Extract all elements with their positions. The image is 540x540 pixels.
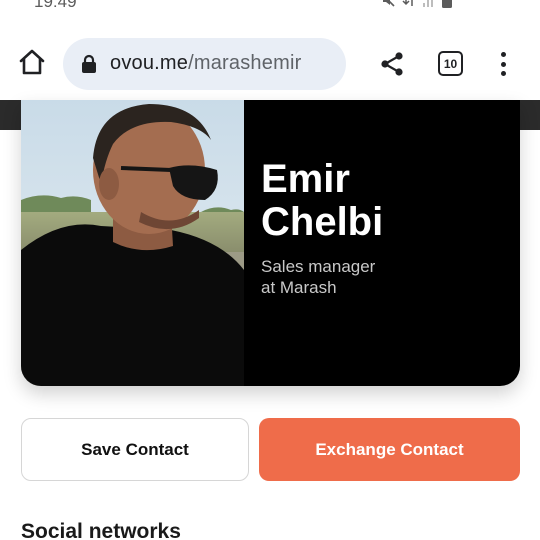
- company-line: at Marash: [261, 278, 337, 297]
- more-menu-button[interactable]: [496, 50, 510, 78]
- profile-last-name: Chelbi: [261, 200, 384, 244]
- profile-photo: [21, 100, 244, 386]
- status-time: 19:49: [34, 0, 77, 11]
- social-networks-heading: Social networks: [21, 520, 181, 540]
- signal-icon: [422, 0, 436, 12]
- data-transfer-icon: [402, 0, 416, 13]
- tab-switcher-button[interactable]: 10: [438, 51, 463, 76]
- status-icons: [380, 0, 452, 13]
- share-button[interactable]: [378, 50, 406, 78]
- profile-name: Emir Chelbi: [261, 158, 383, 244]
- job-title-line: Sales manager: [261, 257, 376, 276]
- exchange-contact-button[interactable]: Exchange Contact: [259, 418, 520, 481]
- home-icon: [19, 49, 45, 75]
- save-contact-button[interactable]: Save Contact: [21, 418, 249, 481]
- share-icon: [381, 52, 403, 76]
- url-domain: ovou.me: [110, 52, 189, 74]
- status-bar: 19:49: [0, 0, 540, 22]
- profile-job-title: Sales manager at Marash: [261, 256, 375, 298]
- menu-dot: [500, 61, 506, 67]
- tab-count: 10: [443, 56, 458, 71]
- browser-toolbar: ovou.me/marashemir 10: [0, 32, 540, 96]
- home-button[interactable]: [16, 46, 48, 78]
- battery-icon: [442, 0, 452, 13]
- address-bar[interactable]: ovou.me/marashemir: [63, 38, 346, 90]
- lock-icon: [82, 54, 96, 73]
- url-text: ovou.me/marashemir: [110, 52, 301, 75]
- url-path: /marashemir: [188, 52, 302, 74]
- mute-icon: [380, 0, 396, 13]
- menu-dot: [500, 52, 506, 57]
- profile-first-name: Emir: [261, 157, 350, 201]
- profile-card: Emir Chelbi Sales manager at Marash: [21, 100, 520, 386]
- menu-dot: [500, 71, 506, 76]
